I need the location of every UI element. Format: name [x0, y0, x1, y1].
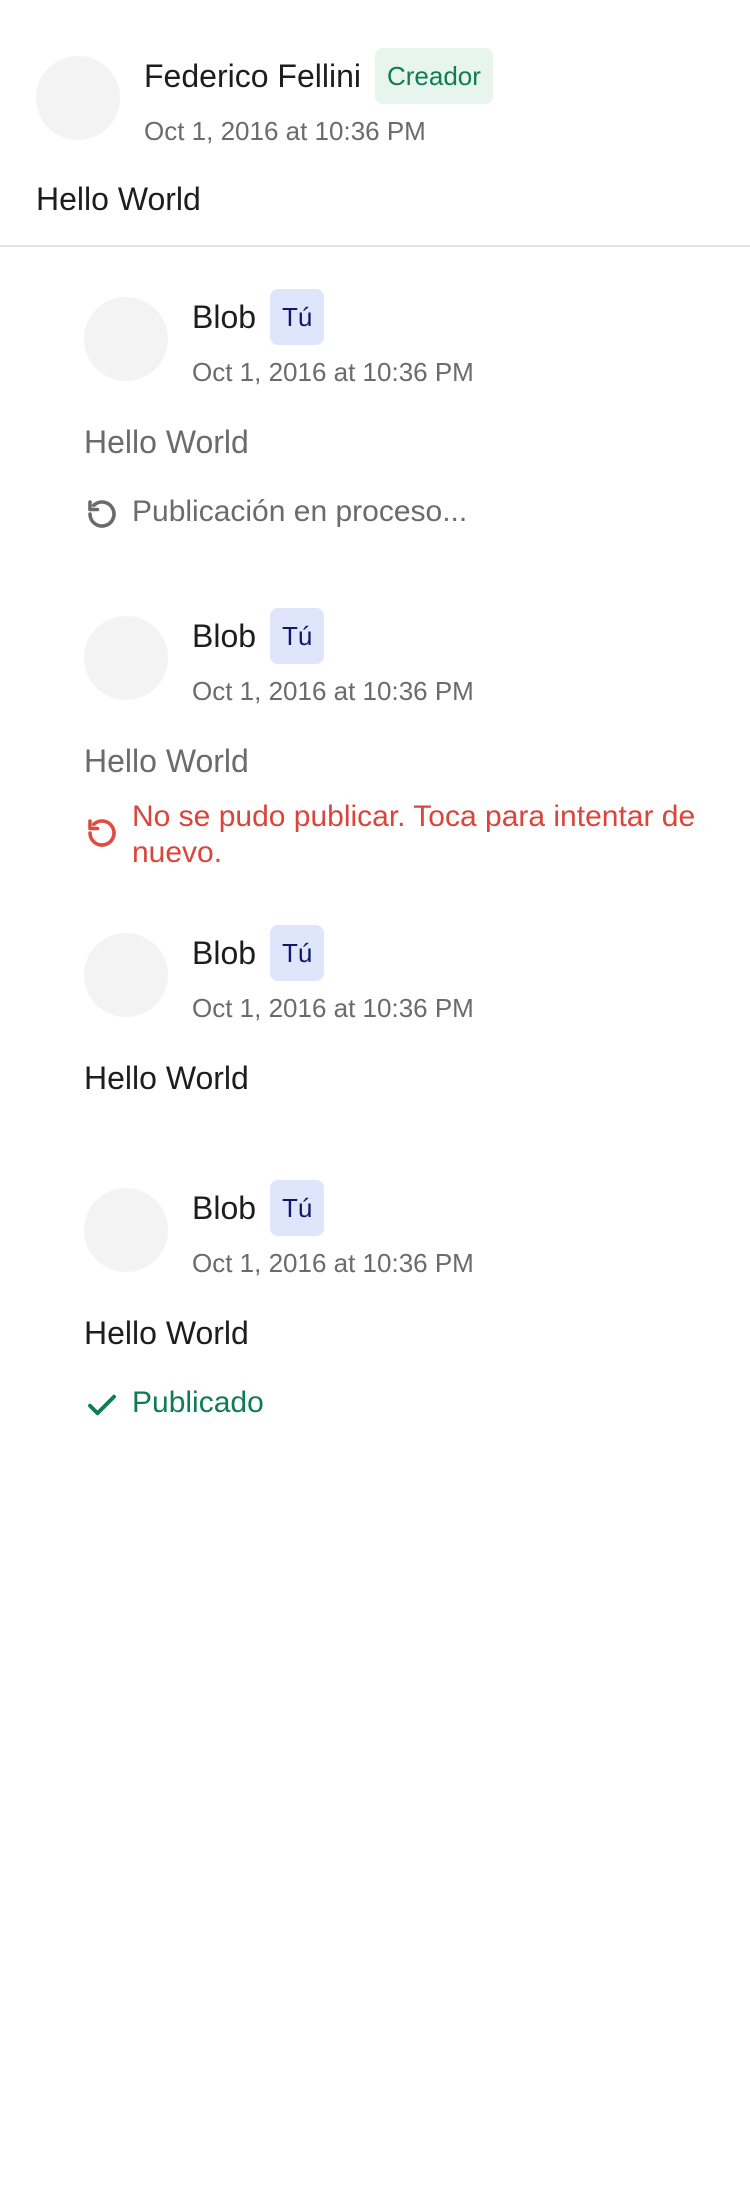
- author-name[interactable]: Blob: [192, 618, 256, 655]
- comment-header: Blob Tú Oct 1, 2016 at 10:36 PM: [84, 289, 714, 388]
- reply-failed: Blob Tú Oct 1, 2016 at 10:36 PM Hello Wo…: [84, 608, 714, 871]
- status-pending: Publicación en proceso...: [84, 494, 714, 532]
- divider: [0, 245, 750, 247]
- timestamp: Oct 1, 2016 at 10:36 PM: [192, 993, 474, 1023]
- name-row: Blob Tú: [192, 925, 474, 981]
- avatar[interactable]: [84, 297, 168, 381]
- timestamp: Oct 1, 2016 at 10:36 PM: [192, 676, 474, 706]
- comment-meta: Federico Fellini Creador Oct 1, 2016 at …: [144, 48, 493, 147]
- you-badge: Tú: [270, 925, 325, 981]
- timestamp: Oct 1, 2016 at 10:36 PM: [192, 357, 474, 387]
- comment-header: Blob Tú Oct 1, 2016 at 10:36 PM: [84, 608, 714, 707]
- you-badge: Tú: [270, 608, 325, 664]
- comment-meta: Blob Tú Oct 1, 2016 at 10:36 PM: [192, 925, 474, 1024]
- root-comment: Federico Fellini Creador Oct 1, 2016 at …: [0, 0, 750, 219]
- author-name[interactable]: Blob: [192, 935, 256, 972]
- comment-body: Hello World: [84, 743, 249, 779]
- status-text: Publicado: [132, 1386, 264, 1419]
- reply: Blob Tú Oct 1, 2016 at 10:36 PM Hello Wo…: [84, 925, 714, 1098]
- avatar[interactable]: [36, 56, 120, 140]
- checkmark-icon: [88, 1394, 116, 1416]
- status-text: No se pudo publicar. Toca para intentar …: [132, 800, 696, 869]
- you-badge: Tú: [270, 289, 325, 345]
- refresh-icon: [88, 500, 116, 528]
- you-badge: Tú: [270, 1180, 325, 1236]
- creator-badge: Creador: [374, 48, 493, 104]
- comment-header: Blob Tú Oct 1, 2016 at 10:36 PM: [84, 1180, 714, 1279]
- name-row: Federico Fellini Creador: [144, 48, 493, 104]
- name-row: Blob Tú: [192, 289, 474, 345]
- comment-meta: Blob Tú Oct 1, 2016 at 10:36 PM: [192, 1180, 474, 1279]
- timestamp: Oct 1, 2016 at 10:36 PM: [192, 1248, 474, 1278]
- retry-publish-button[interactable]: No se pudo publicar. Toca para intentar …: [84, 799, 714, 871]
- comment-body: Hello World: [84, 1060, 249, 1096]
- comment-body: Hello World: [36, 181, 201, 217]
- comment-body: Hello World: [84, 424, 249, 460]
- author-name[interactable]: Blob: [192, 1190, 256, 1227]
- comment-meta: Blob Tú Oct 1, 2016 at 10:36 PM: [192, 608, 474, 707]
- name-row: Blob Tú: [192, 1180, 474, 1236]
- timestamp: Oct 1, 2016 at 10:36 PM: [144, 116, 426, 146]
- comment-thread: Federico Fellini Creador Oct 1, 2016 at …: [0, 0, 750, 2200]
- name-row: Blob Tú: [192, 608, 474, 664]
- status-text: Publicación en proceso...: [132, 495, 468, 528]
- status-published: Publicado: [84, 1385, 714, 1423]
- reply-published: Blob Tú Oct 1, 2016 at 10:36 PM Hello Wo…: [84, 1180, 714, 1423]
- avatar[interactable]: [84, 616, 168, 700]
- author-name[interactable]: Federico Fellini: [144, 58, 361, 95]
- replies-list: Blob Tú Oct 1, 2016 at 10:36 PM Hello Wo…: [0, 289, 750, 1423]
- avatar[interactable]: [84, 933, 168, 1017]
- avatar[interactable]: [84, 1188, 168, 1272]
- comment-body: Hello World: [84, 1315, 249, 1351]
- comment-header: Federico Fellini Creador Oct 1, 2016 at …: [36, 48, 714, 147]
- comment-meta: Blob Tú Oct 1, 2016 at 10:36 PM: [192, 289, 474, 388]
- retry-icon: [88, 819, 116, 847]
- reply-pending: Blob Tú Oct 1, 2016 at 10:36 PM Hello Wo…: [84, 289, 714, 532]
- comment-header: Blob Tú Oct 1, 2016 at 10:36 PM: [84, 925, 714, 1024]
- author-name[interactable]: Blob: [192, 299, 256, 336]
